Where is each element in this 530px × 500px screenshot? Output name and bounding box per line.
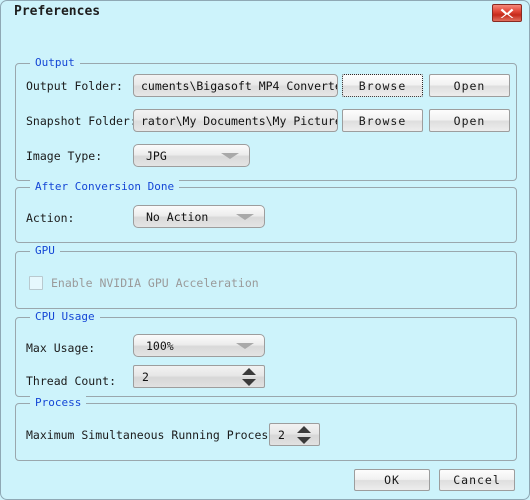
group-process-legend: Process	[30, 396, 87, 409]
action-select[interactable]: No Action	[133, 205, 265, 228]
action-label: Action:	[26, 211, 75, 225]
snapshot-folder-open-button[interactable]: Open	[429, 109, 510, 132]
stepper-arrows-icon[interactable]	[242, 367, 256, 386]
group-output-legend: Output	[30, 56, 80, 69]
chevron-down-icon	[221, 152, 239, 159]
group-after-conversion-legend: After Conversion Done	[30, 180, 180, 193]
max-processes-value: 2	[278, 428, 285, 442]
group-gpu-legend: GPU	[30, 244, 60, 257]
thread-count-stepper[interactable]: 2	[133, 365, 265, 388]
preferences-dialog: Preferences Output Output Folder: cument…	[0, 0, 530, 500]
output-folder-open-button[interactable]: Open	[429, 74, 510, 97]
thread-count-label: Thread Count:	[26, 374, 117, 388]
snapshot-folder-label: Snapshot Folder:	[26, 114, 137, 128]
group-after-conversion: After Conversion Done	[15, 180, 517, 243]
chevron-down-icon	[236, 342, 254, 349]
output-folder-label: Output Folder:	[26, 79, 123, 93]
stepper-up-icon[interactable]	[297, 425, 311, 433]
enable-gpu-label: Enable NVIDIA GPU Acceleration	[51, 276, 259, 290]
stepper-arrows-icon[interactable]	[297, 425, 311, 444]
stepper-down-icon[interactable]	[242, 378, 256, 386]
image-type-label: Image Type:	[26, 149, 103, 163]
action-value: No Action	[146, 210, 209, 224]
title-bar: Preferences	[1, 1, 529, 27]
group-cpu-usage-legend: CPU Usage	[30, 310, 100, 323]
window-title: Preferences	[14, 4, 101, 19]
max-processes-label: Maximum Simultaneous Running Processes:	[26, 428, 297, 442]
thread-count-value: 2	[142, 370, 149, 384]
max-processes-stepper[interactable]: 2	[269, 423, 320, 446]
ok-button[interactable]: OK	[354, 469, 430, 491]
output-folder-input[interactable]: cuments\Bigasoft MP4 Converter	[133, 74, 338, 97]
enable-gpu-checkbox-row[interactable]: Enable NVIDIA GPU Acceleration	[29, 276, 289, 292]
snapshot-folder-browse-button[interactable]: Browse	[342, 109, 423, 132]
close-icon[interactable]	[492, 4, 522, 22]
image-type-select[interactable]: JPG	[133, 144, 250, 167]
max-usage-label: Max Usage:	[26, 341, 96, 355]
enable-gpu-checkbox[interactable]	[29, 276, 43, 290]
stepper-down-icon[interactable]	[297, 436, 311, 444]
max-usage-select[interactable]: 100%	[133, 334, 265, 357]
image-type-value: JPG	[146, 149, 167, 163]
max-usage-value: 100%	[146, 339, 174, 353]
chevron-down-icon	[236, 213, 254, 220]
stepper-up-icon[interactable]	[242, 367, 256, 375]
snapshot-folder-input[interactable]: rator\My Documents\My Pictures	[133, 109, 338, 132]
output-folder-browse-button[interactable]: Browse	[342, 74, 423, 97]
cancel-button[interactable]: Cancel	[439, 469, 515, 491]
